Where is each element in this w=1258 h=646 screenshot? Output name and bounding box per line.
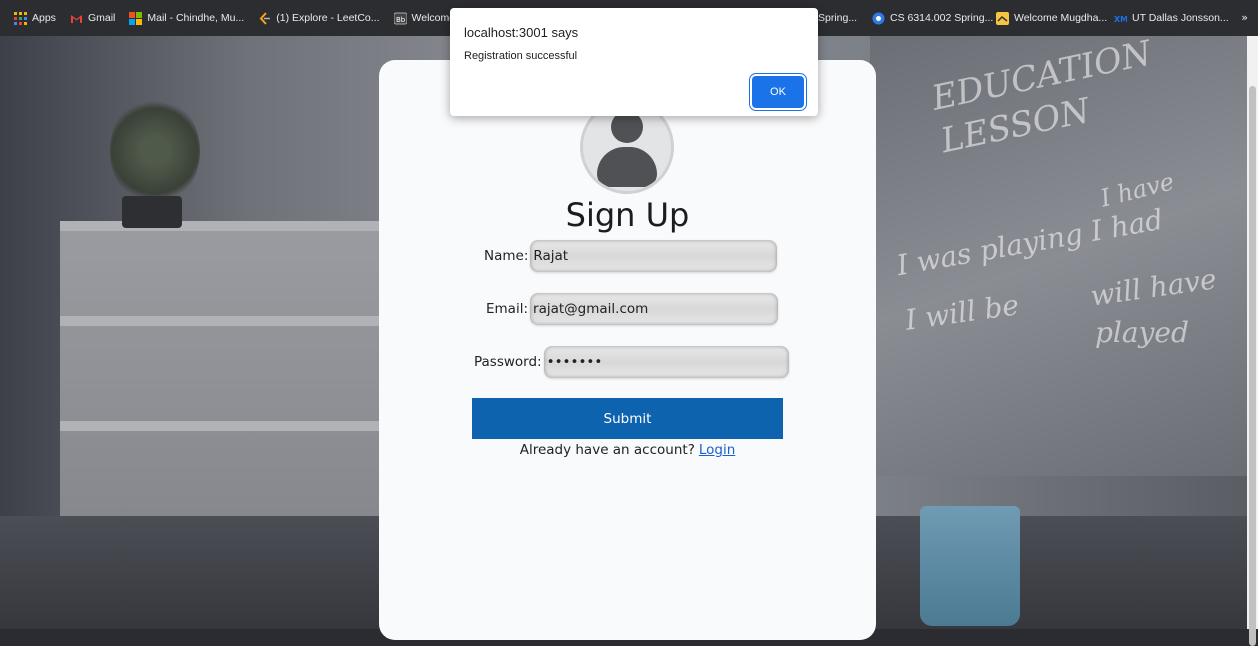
submit-button[interactable]: Submit [472,398,783,439]
whiteboard-text: played [1095,316,1189,349]
bookmark-label: Spring... [818,12,858,24]
gmail-icon [70,12,83,25]
name-row: Name: Rajat [484,240,778,272]
bookmark-leetcode[interactable]: (1) Explore - LeetCo... [258,11,380,25]
name-input[interactable]: Rajat [530,240,778,272]
outlook-icon [129,11,143,25]
bookmark-label: (1) Explore - LeetCo... [276,12,380,24]
email-row: Email: rajat@gmail.com [486,293,779,325]
bb-icon: Bb [393,12,408,25]
plant-pot [122,196,182,228]
bookmark-gmail[interactable]: Gmail [70,12,115,25]
scrollbar[interactable] [1247,36,1258,646]
apps-grid-icon [14,11,27,25]
password-label: Password: [474,354,542,370]
bookmark-mail[interactable]: Mail - Chindhe, Mu... [129,11,245,25]
page-title: Sign Up [565,196,690,234]
plant [110,96,200,206]
utd-icon: XM [1114,12,1128,25]
bookmark-utd[interactable]: XM UT Dallas Jonsson... [1114,12,1229,25]
login-link[interactable]: Login [699,442,735,458]
alert-dialog: localhost:3001 says Registration success… [450,8,818,116]
signup-card: Sign Up Name: Rajat Email: rajat@gmail.c… [379,60,876,640]
email-input[interactable]: rajat@gmail.com [530,293,779,325]
password-input[interactable]: ••••••• [543,346,789,378]
bookmark-cs6314[interactable]: CS 6314.002 Spring... [872,12,993,25]
bookmark-apps[interactable]: Apps [14,11,56,25]
bookmark-label: Mail - Chindhe, Mu... [147,12,245,24]
password-row: Password: ••••••• [474,346,789,378]
login-prompt: Already have an account? Login [379,442,876,458]
email-label: Email: [486,301,529,317]
cup [920,506,1020,626]
scrollbar-thumb[interactable] [1249,86,1256,646]
bookmark-spring[interactable]: Spring... [818,12,857,24]
dialog-message: Registration successful [464,50,578,62]
cs-icon [872,12,885,25]
bookmark-label: UT Dallas Jonsson... [1132,12,1229,24]
ok-button[interactable]: OK [752,76,804,108]
svg-text:Bb: Bb [396,16,406,24]
bookmark-label: CS 6314.002 Spring... [890,12,994,24]
welcome-icon [996,11,1009,25]
bookmark-label: Gmail [87,12,116,24]
bookmarks-overflow-button[interactable]: » [1241,11,1248,24]
svg-text:XM: XM [1114,15,1127,24]
leetcode-icon [258,11,271,25]
bookmark-label: Welcome Mugdha... [1014,12,1108,24]
dialog-title: localhost:3001 says [464,25,579,40]
bookmark-label: Apps [32,12,56,24]
login-prompt-text: Already have an account? [519,442,695,458]
bookmark-welcome-mugdha[interactable]: Welcome Mugdha... [996,11,1108,25]
name-label: Name: [484,248,529,264]
